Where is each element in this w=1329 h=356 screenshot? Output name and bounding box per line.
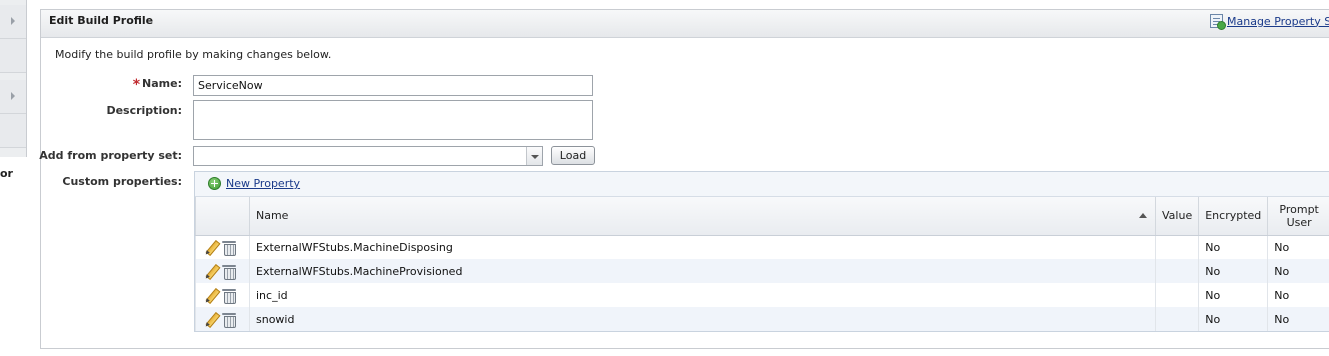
description-textarea[interactable] <box>193 100 593 140</box>
rail-tab-2[interactable] <box>0 114 26 148</box>
property-encrypted-cell: No <box>1198 283 1268 307</box>
property-set-value[interactable] <box>194 147 526 165</box>
load-button[interactable]: Load <box>551 146 595 165</box>
table-row: ExternalWFStubs.MachineDisposing No No <box>195 235 1329 259</box>
edit-pencil-icon[interactable] <box>204 263 220 279</box>
column-header-value[interactable]: Value <box>1154 197 1199 236</box>
panel-header: Edit Build Profile Manage Property Se <box>41 10 1329 38</box>
column-header-label: Name <box>256 209 289 223</box>
table-header-row: Name Value Encrypted Prompt User <box>195 197 1329 236</box>
table-row: snowid No No <box>195 307 1329 331</box>
row-actions <box>195 259 250 283</box>
manage-property-sets-link[interactable]: Manage Property Se <box>1210 14 1329 30</box>
left-collapsed-rail <box>0 0 27 157</box>
property-encrypted-cell: No <box>1198 307 1268 331</box>
property-name-cell: ExternalWFStubs.MachineDisposing <box>249 235 1156 259</box>
properties-toolbar: New Property <box>195 172 1329 197</box>
name-label: * Name: <box>133 77 182 93</box>
column-header-prompt-user[interactable]: Prompt User <box>1267 197 1329 236</box>
property-value-cell <box>1154 259 1199 283</box>
manage-property-sets-label[interactable]: Manage Property Se <box>1227 15 1329 28</box>
property-encrypted-cell: No <box>1198 259 1268 283</box>
delete-trash-icon[interactable] <box>222 263 236 280</box>
new-property-link[interactable]: New Property <box>226 177 300 190</box>
row-actions <box>195 307 250 331</box>
rail-expand-tab-2[interactable] <box>0 80 26 114</box>
delete-trash-icon[interactable] <box>222 287 236 304</box>
property-value-cell <box>1154 307 1199 331</box>
table-row: inc_id No No <box>195 283 1329 307</box>
property-name-cell: snowid <box>249 307 1156 331</box>
edit-pencil-icon[interactable] <box>204 311 220 327</box>
property-sheet-icon <box>1210 14 1226 30</box>
custom-properties-grid: New Property Name Value Encrypted Prompt… <box>194 171 1329 332</box>
property-name-cell: inc_id <box>249 283 1156 307</box>
property-encrypted-cell: No <box>1198 235 1268 259</box>
description-label: Description: <box>106 104 182 117</box>
property-name-cell: ExternalWFStubs.MachineProvisioned <box>249 259 1156 283</box>
delete-trash-icon[interactable] <box>222 311 236 328</box>
delete-trash-icon[interactable] <box>222 239 236 257</box>
property-value-cell <box>1154 283 1199 307</box>
column-header-name[interactable]: Name <box>249 197 1156 236</box>
property-prompt-user-cell: No <box>1267 259 1329 283</box>
custom-properties-label: Custom properties: <box>62 175 182 188</box>
edit-pencil-icon[interactable] <box>204 287 220 303</box>
panel-title: Edit Build Profile <box>49 14 154 27</box>
actions-column-header <box>195 197 250 236</box>
chevron-right-icon <box>11 92 15 100</box>
rail-expand-tab[interactable] <box>0 5 26 39</box>
property-prompt-user-cell: No <box>1267 307 1329 331</box>
column-header-encrypted[interactable]: Encrypted <box>1198 197 1268 236</box>
property-set-label: Add from property set: <box>39 149 182 162</box>
row-actions <box>195 283 250 307</box>
property-value-cell <box>1154 235 1199 259</box>
name-input[interactable] <box>193 75 593 96</box>
row-actions <box>195 235 250 259</box>
form-intro-text: Modify the build profile by making chang… <box>55 48 332 61</box>
edit-pencil-icon[interactable] <box>204 239 220 255</box>
property-prompt-user-cell: No <box>1267 283 1329 307</box>
required-asterisk: * <box>132 77 141 93</box>
name-label-text: Name: <box>142 77 182 90</box>
rail-tab[interactable] <box>0 39 26 73</box>
edit-build-profile-panel: Edit Build Profile Manage Property Se Mo… <box>39 9 1329 349</box>
sort-ascending-icon[interactable] <box>1139 213 1147 218</box>
truncated-label: or <box>0 167 13 180</box>
chevron-down-icon[interactable] <box>526 147 542 165</box>
table-row: ExternalWFStubs.MachineProvisioned No No <box>195 259 1329 283</box>
properties-table: Name Value Encrypted Prompt User Externa… <box>195 197 1329 331</box>
property-prompt-user-cell: No <box>1267 235 1329 259</box>
chevron-right-icon <box>11 17 15 25</box>
new-property-button[interactable]: New Property <box>208 177 300 190</box>
add-circle-icon <box>208 177 221 190</box>
property-set-select[interactable] <box>193 146 543 166</box>
